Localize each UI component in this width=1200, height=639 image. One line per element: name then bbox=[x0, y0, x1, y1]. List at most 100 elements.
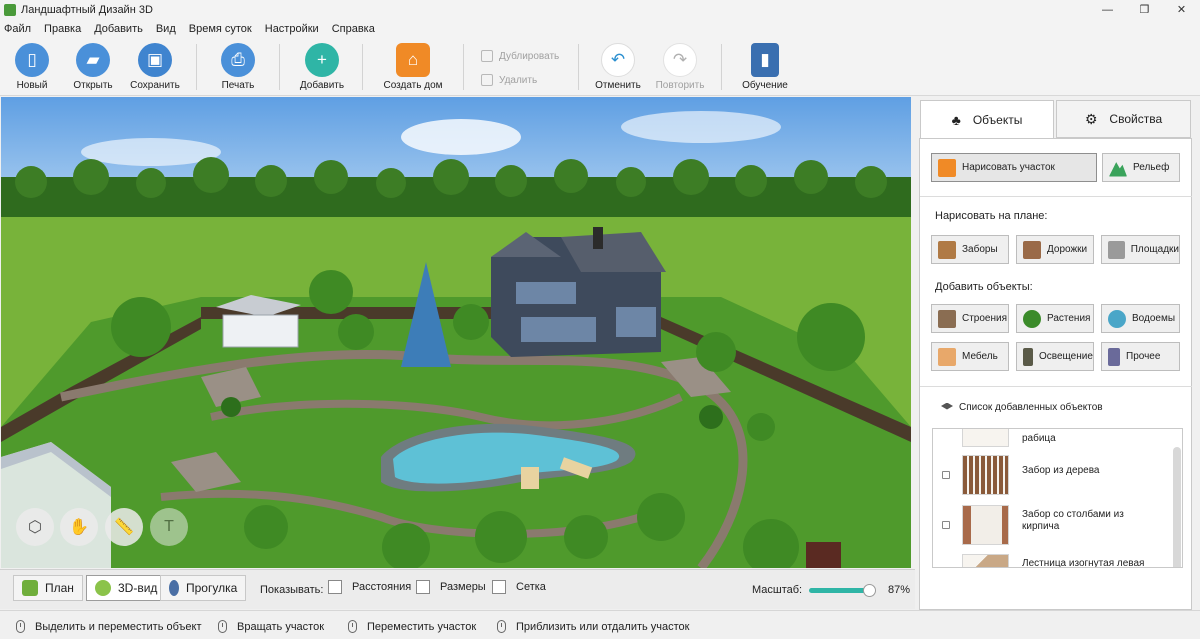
house-icon: ⌂ bbox=[396, 43, 430, 77]
platform-icon bbox=[1108, 240, 1125, 259]
path-icon bbox=[1023, 240, 1041, 259]
redo-icon: ↷ bbox=[663, 43, 697, 77]
minimize-icon[interactable]: — bbox=[1089, 0, 1126, 19]
furniture-button[interactable]: Мебель bbox=[931, 342, 1009, 371]
delete-button[interactable]: Удалить bbox=[481, 74, 537, 86]
list-scrollbar[interactable] bbox=[1173, 447, 1181, 567]
draw-site-button[interactable]: Нарисовать участок bbox=[931, 153, 1097, 182]
object-thumbnail bbox=[962, 455, 1009, 495]
status-rotate: Вращать участок bbox=[237, 620, 325, 633]
ruler-tool[interactable]: 📏 bbox=[105, 508, 143, 546]
lock-icon[interactable] bbox=[942, 521, 950, 529]
object-thumbnail bbox=[962, 505, 1009, 545]
learning-button[interactable]: ▮ Обучение bbox=[733, 43, 797, 91]
gear-icon: ⚙ bbox=[1084, 110, 1098, 127]
select-object-tool[interactable]: ⬡ bbox=[16, 508, 54, 546]
new-button[interactable]: ▯ Новый bbox=[0, 43, 64, 91]
3d-viewport[interactable]: ⬡ ✋ 📏 T bbox=[1, 97, 911, 568]
trash-icon bbox=[481, 74, 493, 86]
objects-list[interactable]: рабица Забор из дерева Забор со столбами… bbox=[932, 428, 1183, 568]
app-logo-icon bbox=[4, 3, 16, 16]
close-icon[interactable]: ✕ bbox=[1163, 0, 1200, 19]
menu-file[interactable]: Файл bbox=[4, 23, 31, 35]
maximize-icon[interactable]: ❐ bbox=[1126, 0, 1163, 19]
title-bar: Ландшафтный Дизайн 3D — ❐ ✕ bbox=[0, 0, 1200, 19]
window-title: Ландшафтный Дизайн 3D bbox=[21, 3, 153, 16]
plants-button[interactable]: Растения bbox=[1016, 304, 1094, 333]
3d-tree-icon bbox=[95, 580, 111, 596]
tab-objects[interactable]: ♣ Объекты bbox=[920, 100, 1054, 138]
scale-slider-handle[interactable] bbox=[863, 584, 876, 597]
menu-help[interactable]: Справка bbox=[332, 23, 375, 35]
list-item[interactable]: Забор из дерева bbox=[933, 451, 1163, 499]
list-item[interactable]: рабица bbox=[933, 429, 1163, 451]
mouse-right-icon bbox=[218, 620, 227, 633]
hand-icon: ✋ bbox=[69, 519, 89, 536]
walk-view-button[interactable]: Прогулка bbox=[160, 575, 247, 601]
status-select-move: Выделить и переместить объект bbox=[35, 620, 202, 633]
other-button[interactable]: Прочее bbox=[1101, 342, 1180, 371]
duplicate-button[interactable]: Дублировать bbox=[481, 50, 559, 62]
folder-icon: ▰ bbox=[76, 43, 110, 77]
list-item[interactable]: Забор со столбами из кирпича bbox=[933, 501, 1163, 549]
relief-button[interactable]: Рельеф bbox=[1102, 153, 1180, 182]
platforms-button[interactable]: Площадки bbox=[1101, 235, 1180, 264]
objects-list-heading: Список добавленных объектов bbox=[941, 402, 1103, 413]
menu-edit[interactable]: Правка bbox=[44, 23, 81, 35]
floppy-icon: ▣ bbox=[138, 43, 172, 77]
print-button[interactable]: ⎙ Печать bbox=[206, 43, 270, 91]
draw-on-plan-heading: Нарисовать на плане: bbox=[935, 210, 1048, 222]
lamp-icon bbox=[1023, 347, 1033, 366]
scale-value: 87% bbox=[888, 584, 911, 596]
menu-settings[interactable]: Настройки bbox=[265, 23, 319, 35]
fence-icon bbox=[938, 240, 956, 259]
grid-checkbox[interactable]: Сетка bbox=[492, 580, 546, 594]
menu-add[interactable]: Добавить bbox=[94, 23, 143, 35]
plan-icon bbox=[22, 580, 38, 596]
menu-bar: Файл Правка Добавить Вид Время суток Нас… bbox=[0, 19, 1200, 38]
ponds-button[interactable]: Водоемы bbox=[1101, 304, 1180, 333]
menu-view[interactable]: Вид bbox=[156, 23, 176, 35]
pencil-icon bbox=[938, 158, 956, 177]
show-label: Показывать: bbox=[260, 584, 324, 596]
pan-tool[interactable]: ✋ bbox=[60, 508, 98, 546]
layers-icon bbox=[941, 402, 953, 410]
open-button[interactable]: ▰ Открыть bbox=[61, 43, 125, 91]
create-house-button[interactable]: ⌂ Создать дом bbox=[381, 43, 445, 91]
text-tool[interactable]: T bbox=[150, 508, 188, 546]
menu-time-of-day[interactable]: Время суток bbox=[189, 23, 252, 35]
copy-icon bbox=[481, 50, 493, 62]
mountain-icon bbox=[1109, 162, 1127, 177]
save-button[interactable]: ▣ Сохранить bbox=[123, 43, 187, 91]
list-item[interactable]: Лестница изогнутая левая bbox=[933, 550, 1163, 567]
undo-button[interactable]: ↶ Отменить bbox=[586, 43, 650, 91]
printer-icon: ⎙ bbox=[221, 43, 255, 77]
scale-slider[interactable] bbox=[809, 584, 876, 597]
plan-view-button[interactable]: План bbox=[13, 575, 83, 601]
cube-move-icon: ⬡ bbox=[28, 519, 42, 536]
tab-properties[interactable]: ⚙ Свойства bbox=[1056, 100, 1191, 138]
distances-checkbox[interactable]: Расстояния bbox=[328, 580, 411, 594]
redo-button[interactable]: ↷ Повторить bbox=[648, 43, 712, 91]
add-button[interactable]: + Добавить bbox=[290, 43, 354, 91]
scale-label: Масштаб: bbox=[752, 584, 803, 596]
status-move: Переместить участок bbox=[367, 620, 477, 633]
pond-icon bbox=[1108, 309, 1126, 328]
document-icon: ▯ bbox=[15, 43, 49, 77]
objects-panel: ♣ Объекты ⚙ Свойства Нарисовать участок … bbox=[919, 97, 1200, 610]
view-bar: План 3D-вид Прогулка Показывать: Расстоя… bbox=[0, 569, 915, 609]
paths-button[interactable]: Дорожки bbox=[1016, 235, 1094, 264]
buildings-button[interactable]: Строения bbox=[931, 304, 1009, 333]
object-thumbnail bbox=[962, 429, 1009, 447]
3d-view-button[interactable]: 3D-вид bbox=[86, 575, 167, 601]
ruler-icon: 📏 bbox=[114, 519, 134, 536]
add-objects-heading: Добавить объекты: bbox=[935, 281, 1033, 293]
lighting-button[interactable]: Освещение bbox=[1016, 342, 1094, 371]
lock-icon[interactable] bbox=[942, 471, 950, 479]
sizes-checkbox[interactable]: Размеры bbox=[416, 580, 486, 594]
tree-icon: ♣ bbox=[951, 111, 961, 128]
mouse-wheel-icon bbox=[497, 620, 506, 633]
figure-icon bbox=[1108, 347, 1120, 366]
book-icon: ▮ bbox=[751, 43, 779, 77]
fences-button[interactable]: Заборы bbox=[931, 235, 1009, 264]
